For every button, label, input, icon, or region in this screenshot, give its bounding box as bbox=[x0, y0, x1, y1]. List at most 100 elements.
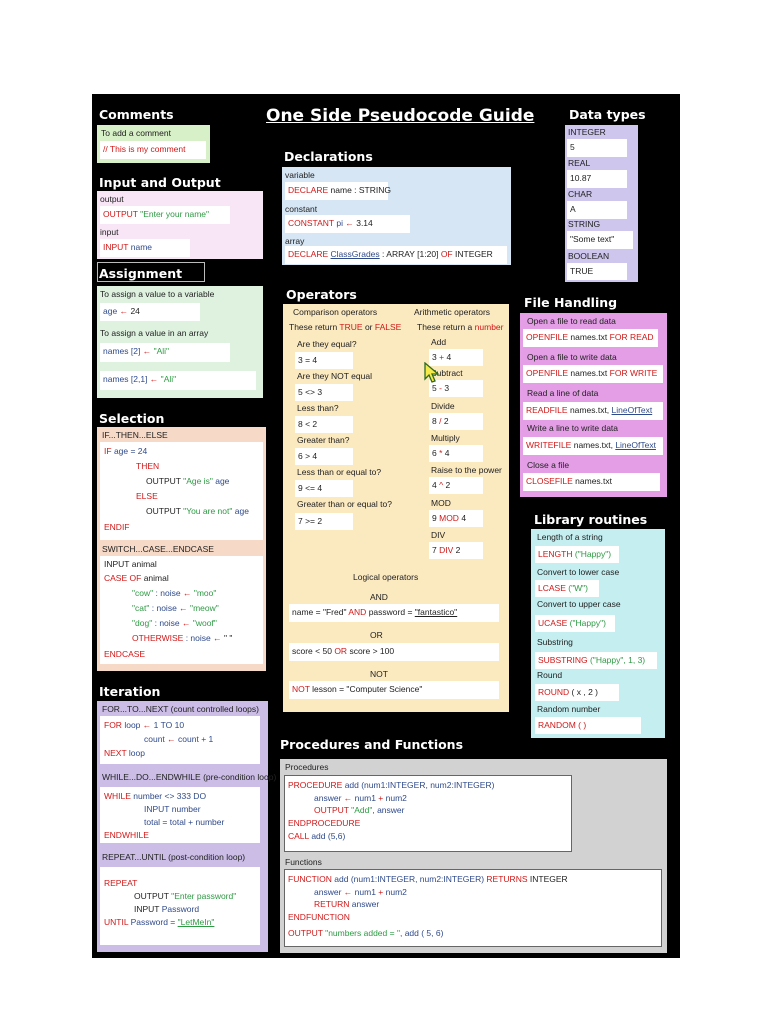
comments-example: // This is my comment bbox=[100, 141, 206, 159]
if-keyword: IF bbox=[104, 446, 112, 456]
while-title: WHILE...DO...ENDWHILE (pre-condition loo… bbox=[102, 772, 277, 782]
switch-input-keyword: INPUT bbox=[104, 559, 130, 569]
file-write-label: Open a file to write data bbox=[527, 352, 617, 362]
arith-a-3: 8 bbox=[432, 416, 437, 426]
procedure-code-box: PROCEDURE add (num1:INTEGER, num2:INTEGE… bbox=[284, 775, 572, 852]
case-target-2: : noise bbox=[151, 603, 177, 613]
datatypes-panel: INTEGER 5 REAL 10.87 CHAR A STRING "Some… bbox=[565, 125, 638, 282]
constant-value: 3.14 bbox=[356, 218, 373, 228]
library-args-6: ( ) bbox=[578, 720, 587, 730]
and-label: AND bbox=[370, 592, 388, 602]
return-keyword: RETURN bbox=[314, 899, 350, 909]
file-openwrite-example: OPENFILE names.txt FOR WRITE bbox=[523, 365, 663, 383]
library-heading: Library routines bbox=[534, 512, 648, 527]
arithmetic-returns-text: These return a bbox=[417, 322, 473, 332]
arithmetic-expr-4: 6 * 4 bbox=[429, 445, 483, 462]
count-var: count bbox=[144, 734, 165, 744]
openread-keyword: OPENFILE bbox=[526, 332, 569, 342]
number-keyword: number bbox=[474, 322, 504, 332]
endprocedure-keyword: ENDPROCEDURE bbox=[288, 818, 361, 828]
caseof-keyword: CASE OF bbox=[104, 573, 142, 583]
array-declare-keyword: DECLARE bbox=[288, 249, 329, 259]
else-keyword: ELSE bbox=[136, 491, 158, 501]
arrow-3: ← bbox=[149, 374, 159, 384]
iteration-panel: FOR...TO...NEXT (count controlled loops)… bbox=[97, 701, 276, 952]
arithmetic-expr-6: 9 MOD 4 bbox=[429, 510, 483, 527]
comments-label: To add a comment bbox=[101, 128, 171, 138]
readfile-keyword: READFILE bbox=[526, 405, 568, 415]
arith-op-4: * bbox=[439, 448, 443, 458]
arithmetic-label-4: Multiply bbox=[431, 433, 460, 443]
until-keyword: UNTIL bbox=[104, 917, 129, 927]
io-panel: output OUTPUT "Enter your name" input IN… bbox=[97, 191, 263, 259]
arith-b-1: 4 bbox=[446, 352, 452, 362]
functions-label: Functions bbox=[285, 857, 322, 867]
selection-panel: IF...THEN...ELSE IF age = 24 THEN OUTPUT… bbox=[97, 427, 266, 671]
readfile-var: LineOfText bbox=[611, 405, 653, 415]
openwrite-mode: FOR WRITE bbox=[609, 368, 658, 378]
or-text: or bbox=[364, 322, 373, 332]
procedure-num1: num1 bbox=[354, 793, 376, 803]
array-of-keyword: OF bbox=[440, 249, 453, 259]
file-close-example: CLOSEFILE names.txt bbox=[523, 473, 660, 491]
arrow-2: ← bbox=[142, 346, 152, 356]
constant-name: pi bbox=[336, 218, 343, 228]
library-panel: Length of a string LENGTH ("Happy") Conv… bbox=[531, 529, 665, 738]
until-string: "LetMeIn" bbox=[177, 917, 215, 927]
or-example: score < 50 OR score > 100 bbox=[289, 643, 499, 661]
until-condition: Password = bbox=[130, 917, 178, 927]
library-fn-4: SUBSTRING bbox=[538, 655, 588, 665]
arith-op-3: / bbox=[439, 416, 442, 426]
while-input-keyword: INPUT bbox=[144, 804, 170, 814]
library-fn-2: LCASE bbox=[538, 583, 566, 593]
declare-keyword: DECLARE bbox=[288, 185, 329, 195]
decl-variable-example: DECLARE name : STRING bbox=[285, 182, 391, 200]
output-string-2: "You are not" bbox=[183, 506, 233, 516]
input-keyword: INPUT bbox=[103, 242, 129, 252]
library-example-3: UCASE ("Happy") bbox=[535, 615, 615, 632]
procfunc-heading: Procedures and Functions bbox=[280, 737, 464, 752]
datatype-label-1: INTEGER bbox=[568, 127, 606, 137]
arithmetic-label-5: Raise to the power bbox=[431, 465, 502, 475]
openwrite-filename: names.txt bbox=[570, 368, 608, 378]
arithmetic-expr-7: 7 DIV 2 bbox=[429, 542, 483, 559]
library-args-3: ("Happy") bbox=[569, 618, 606, 628]
repeat-title: REPEAT...UNTIL (post-condition loop) bbox=[102, 852, 246, 862]
otherwise-keyword: OTHERWISE bbox=[132, 633, 184, 643]
procfunc-panel: Procedures PROCEDURE add (num1:INTEGER, … bbox=[280, 759, 667, 953]
arith-b-6: 4 bbox=[461, 513, 467, 523]
file-close-label: Close a file bbox=[527, 460, 570, 470]
library-label-5: Round bbox=[537, 670, 563, 680]
files-panel: Open a file to read data OPENFILE names.… bbox=[520, 313, 667, 497]
output-string: "Enter your name" bbox=[140, 209, 210, 219]
library-fn-6: RANDOM bbox=[538, 720, 576, 730]
assign-var-3: names [2,1] bbox=[103, 374, 148, 384]
procedures-label: Procedures bbox=[285, 762, 329, 772]
and-right: password = bbox=[368, 607, 415, 617]
and-left: name = "Fred" bbox=[292, 607, 347, 617]
library-args-2: ("W") bbox=[568, 583, 588, 593]
returns-keyword: RETURNS bbox=[486, 874, 528, 884]
declare-rest: name : STRING bbox=[330, 185, 391, 195]
writefile-keyword: WRITEFILE bbox=[526, 440, 572, 450]
io-input-label: input bbox=[100, 227, 119, 237]
otherwise-arrow: ← bbox=[213, 633, 222, 643]
assignment-example-1: age ← 24 bbox=[100, 303, 200, 321]
function-signature: add (num1:INTEGER, num2:INTEGER) bbox=[334, 874, 485, 884]
comparison-expr-1: 3 = 4 bbox=[295, 352, 353, 369]
arrow-1: ← bbox=[119, 306, 129, 316]
procedure-output-string: "Add" bbox=[351, 805, 373, 815]
while-code-box: WHILE number <> 333 DO INPUT number tota… bbox=[100, 787, 260, 843]
assign-var-2: names [2] bbox=[103, 346, 141, 356]
library-label-6: Random number bbox=[537, 704, 601, 714]
assignment-panel: To assign a value to a variable age ← 24… bbox=[97, 286, 263, 398]
datatype-label-3: CHAR bbox=[568, 189, 593, 199]
file-writefile-example: WRITEFILE names.txt, LineOfText bbox=[523, 437, 663, 455]
repeat-keyword: REPEAT bbox=[104, 878, 138, 888]
for-var: loop bbox=[124, 720, 141, 730]
file-readline-label: Read a line of data bbox=[527, 388, 599, 398]
if-code-box: IF age = 24 THEN OUTPUT "Age is" age ELS… bbox=[100, 442, 263, 540]
library-args-4: ("Happy", 1, 3) bbox=[589, 655, 646, 665]
procedure-keyword: PROCEDURE bbox=[288, 780, 343, 790]
while-input-var: number bbox=[171, 804, 201, 814]
